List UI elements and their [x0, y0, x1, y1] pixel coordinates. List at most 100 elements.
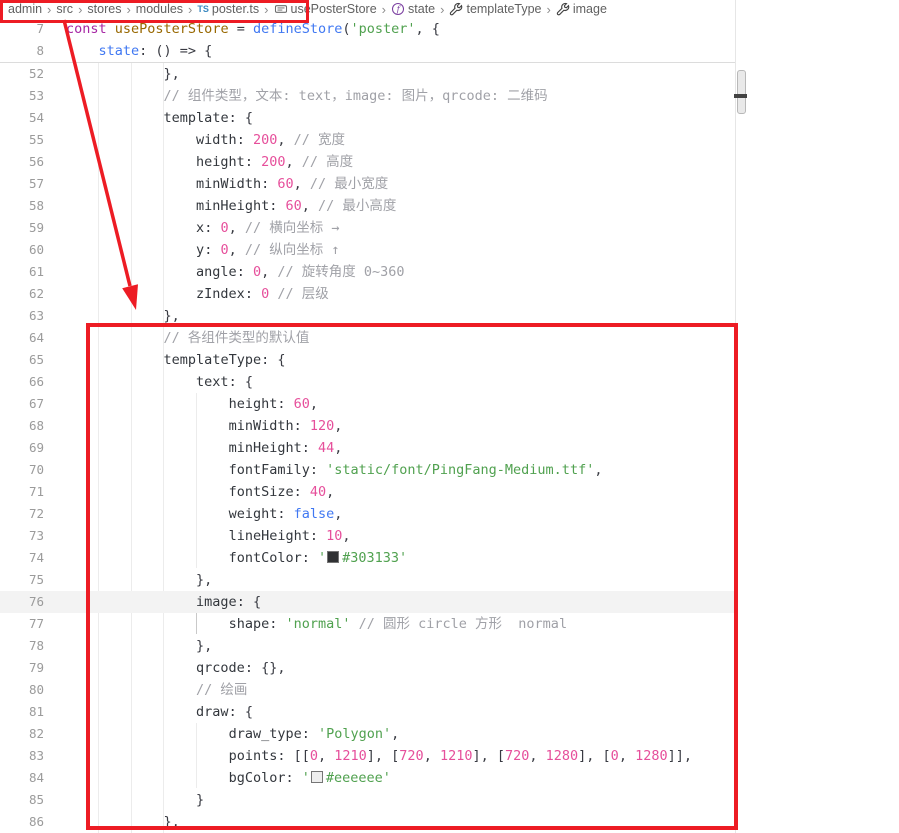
line-number: 80 — [0, 679, 44, 701]
code-text: image: { — [66, 591, 261, 613]
line-number: 66 — [0, 371, 44, 393]
code-text: bgColor: '#eeeeee' — [66, 767, 391, 789]
code-text: qrcode: {}, — [66, 657, 285, 679]
code-line-70[interactable]: 70 fontFamily: 'static/font/PingFang-Med… — [0, 459, 735, 481]
line-number: 71 — [0, 481, 44, 503]
line-number: 8 — [0, 40, 44, 62]
line-number: 83 — [0, 745, 44, 767]
code-line-72[interactable]: 72 weight: false, — [0, 503, 735, 525]
code-line-8[interactable]: 8 state: () => { — [0, 40, 735, 62]
code-line-57[interactable]: 57 minWidth: 60, // 最小宽度 — [0, 173, 735, 195]
code-line-85[interactable]: 85 } — [0, 789, 735, 811]
code-text: fontColor: '#303133' — [66, 547, 407, 569]
line-number: 82 — [0, 723, 44, 745]
breadcrumb-item-modules[interactable]: modules — [136, 2, 183, 16]
breadcrumb-separator: › — [547, 2, 551, 17]
code-line-82[interactable]: 82 draw_type: 'Polygon', — [0, 723, 735, 745]
code-text: // 绘画 — [66, 679, 247, 701]
code-text: fontSize: 40, — [66, 481, 334, 503]
code-text: minHeight: 60, // 最小高度 — [66, 195, 396, 217]
line-number: 58 — [0, 195, 44, 217]
breadcrumb-item-poster.ts[interactable]: TSposter.ts — [197, 2, 259, 16]
code-text: height: 200, // 高度 — [66, 151, 353, 173]
code-line-62[interactable]: 62 zIndex: 0 // 层级 — [0, 283, 735, 305]
ts-icon: TS — [197, 4, 209, 14]
line-number: 61 — [0, 261, 44, 283]
line-number: 72 — [0, 503, 44, 525]
code-line-75[interactable]: 75 }, — [0, 569, 735, 591]
code-line-71[interactable]: 71 fontSize: 40, — [0, 481, 735, 503]
code-line-65[interactable]: 65 templateType: { — [0, 349, 735, 371]
breadcrumb-separator: › — [188, 2, 192, 17]
line-number: 65 — [0, 349, 44, 371]
code-line-55[interactable]: 55 width: 200, // 宽度 — [0, 129, 735, 151]
code-text: minHeight: 44, — [66, 437, 342, 459]
breadcrumb-separator: › — [440, 2, 444, 17]
code-line-83[interactable]: 83 points: [[0, 1210], [720, 1210], [720… — [0, 745, 735, 767]
code-line-84[interactable]: 84 bgColor: '#eeeeee' — [0, 767, 735, 789]
color-swatch — [327, 551, 339, 563]
line-number: 56 — [0, 151, 44, 173]
code-text: templateType: { — [66, 349, 285, 371]
editor-right-border — [735, 0, 736, 833]
code-line-79[interactable]: 79 qrcode: {}, — [0, 657, 735, 679]
breadcrumb-item-label: admin — [8, 2, 42, 16]
code-line-86[interactable]: 86 }, — [0, 811, 735, 833]
line-number: 81 — [0, 701, 44, 723]
code-line-66[interactable]: 66 text: { — [0, 371, 735, 393]
code-line-77[interactable]: 77 shape: 'normal' // 圆形 circle 方形 norma… — [0, 613, 735, 635]
line-number: 84 — [0, 767, 44, 789]
code-line-76[interactable]: 76 image: { — [0, 591, 735, 613]
breadcrumb-item-label: src — [56, 2, 73, 16]
line-number: 7 — [0, 18, 44, 40]
code-line-64[interactable]: 64 // 各组件类型的默认值 — [0, 327, 735, 349]
code-text: shape: 'normal' // 圆形 circle 方形 normal — [66, 613, 567, 635]
code-line-61[interactable]: 61 angle: 0, // 旋转角度 0~360 — [0, 261, 735, 283]
line-number: 60 — [0, 239, 44, 261]
breadcrumb-item-useposterstore[interactable]: usePosterStore — [274, 2, 377, 16]
editor-code-area[interactable]: 52 },53 // 组件类型，文本: text，image: 图片，qrcod… — [0, 63, 735, 833]
breadcrumb-item-image[interactable]: image — [556, 2, 607, 16]
code-line-68[interactable]: 68 minWidth: 120, — [0, 415, 735, 437]
code-line-74[interactable]: 74 fontColor: '#303133' — [0, 547, 735, 569]
code-text: const usePosterStore = defineStore('post… — [66, 18, 440, 40]
code-text: x: 0, // 横向坐标 → — [66, 217, 340, 239]
line-number: 54 — [0, 107, 44, 129]
breadcrumb-item-src[interactable]: src — [56, 2, 73, 16]
code-line-58[interactable]: 58 minHeight: 60, // 最小高度 — [0, 195, 735, 217]
breadcrumb-item-label: stores — [87, 2, 121, 16]
code-text: height: 60, — [66, 393, 318, 415]
code-line-7[interactable]: 7 const usePosterStore = defineStore('pos… — [0, 18, 735, 40]
code-text: angle: 0, // 旋转角度 0~360 — [66, 261, 405, 283]
code-line-69[interactable]: 69 minHeight: 44, — [0, 437, 735, 459]
breadcrumb-item-templatetype[interactable]: templateType — [449, 2, 541, 16]
breadcrumb-separator: › — [78, 2, 82, 17]
line-number: 75 — [0, 569, 44, 591]
breadcrumb-item-state[interactable]: fstate — [391, 2, 435, 16]
overview-ruler-marker — [734, 94, 747, 98]
code-line-56[interactable]: 56 height: 200, // 高度 — [0, 151, 735, 173]
code-line-80[interactable]: 80 // 绘画 — [0, 679, 735, 701]
code-text: minWidth: 120, — [66, 415, 342, 437]
code-text: points: [[0, 1210], [720, 1210], [720, 1… — [66, 745, 692, 767]
code-line-60[interactable]: 60 y: 0, // 纵向坐标 ↑ — [0, 239, 735, 261]
code-line-54[interactable]: 54 template: { — [0, 107, 735, 129]
code-line-67[interactable]: 67 height: 60, — [0, 393, 735, 415]
breadcrumb-item-label: templateType — [466, 2, 541, 16]
breadcrumb-item-stores[interactable]: stores — [87, 2, 121, 16]
code-line-73[interactable]: 73 lineHeight: 10, — [0, 525, 735, 547]
code-text: text: { — [66, 371, 253, 393]
breadcrumb-item-admin[interactable]: admin — [8, 2, 42, 16]
breadcrumb-item-label: usePosterStore — [291, 2, 377, 16]
code-text: width: 200, // 宽度 — [66, 129, 345, 151]
scrollbar-thumb[interactable] — [737, 70, 746, 114]
code-line-63[interactable]: 63 }, — [0, 305, 735, 327]
sticky-scroll: 7 const usePosterStore = defineStore('pos… — [0, 18, 735, 63]
line-number: 68 — [0, 415, 44, 437]
code-line-78[interactable]: 78 }, — [0, 635, 735, 657]
code-line-59[interactable]: 59 x: 0, // 横向坐标 → — [0, 217, 735, 239]
code-line-81[interactable]: 81 draw: { — [0, 701, 735, 723]
code-line-52[interactable]: 52 }, — [0, 63, 735, 85]
code-text: }, — [66, 569, 212, 591]
code-line-53[interactable]: 53 // 组件类型，文本: text，image: 图片，qrcode: 二维… — [0, 85, 735, 107]
